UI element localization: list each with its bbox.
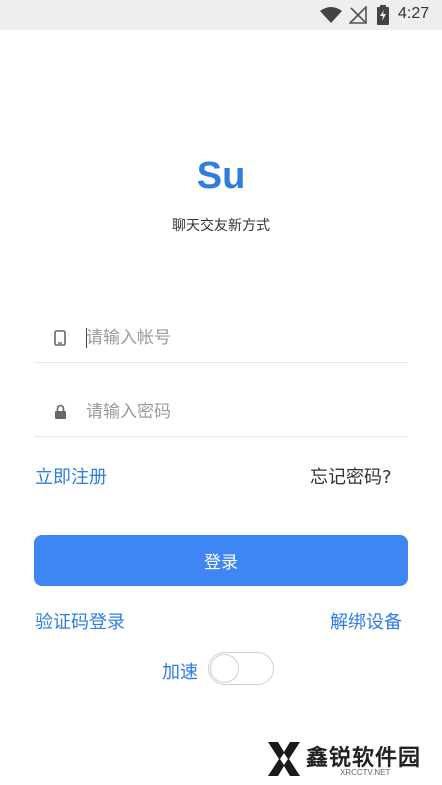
app-tagline: 聊天交友新方式 [172, 218, 270, 234]
speed-label: 加速 [162, 662, 198, 683]
app-logo: Su [196, 155, 246, 197]
lock-icon [55, 404, 66, 419]
password-field[interactable] [34, 387, 408, 437]
toggle-knob [210, 654, 239, 683]
watermark-subtext: XRCCTV.NET [340, 768, 391, 777]
phone-icon [54, 330, 66, 346]
speed-toggle[interactable] [208, 652, 274, 685]
unbind-device-link[interactable]: 解绑设备 [330, 608, 402, 634]
no-signal-icon [349, 6, 367, 24]
password-input[interactable] [86, 399, 386, 425]
status-time: 4:27 [398, 5, 430, 22]
sms-login-link[interactable]: 验证码登录 [35, 608, 125, 634]
account-field[interactable] [34, 313, 408, 363]
account-input[interactable] [86, 325, 386, 351]
battery-charging-icon [377, 5, 389, 25]
forgot-password-link[interactable]: 忘记密码? [310, 463, 392, 489]
login-button[interactable]: 登录 [34, 535, 408, 586]
status-bar: 4:27 [0, 0, 442, 30]
register-link[interactable]: 立即注册 [35, 463, 107, 489]
watermark-logo-icon [268, 742, 300, 776]
wifi-icon [320, 7, 342, 23]
